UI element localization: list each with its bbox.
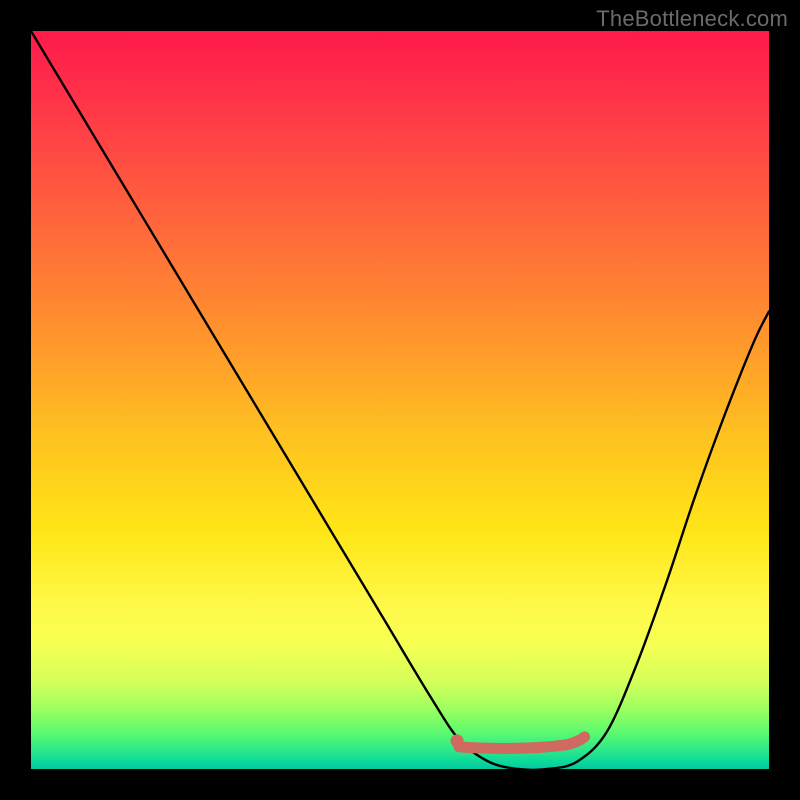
bottleneck-curve-svg xyxy=(31,31,769,769)
optimal-range-marker xyxy=(451,734,585,748)
plot-area xyxy=(31,31,769,769)
chart-frame: TheBottleneck.com xyxy=(0,0,800,800)
watermark-text: TheBottleneck.com xyxy=(596,6,788,32)
bottleneck-curve-path xyxy=(31,31,769,770)
